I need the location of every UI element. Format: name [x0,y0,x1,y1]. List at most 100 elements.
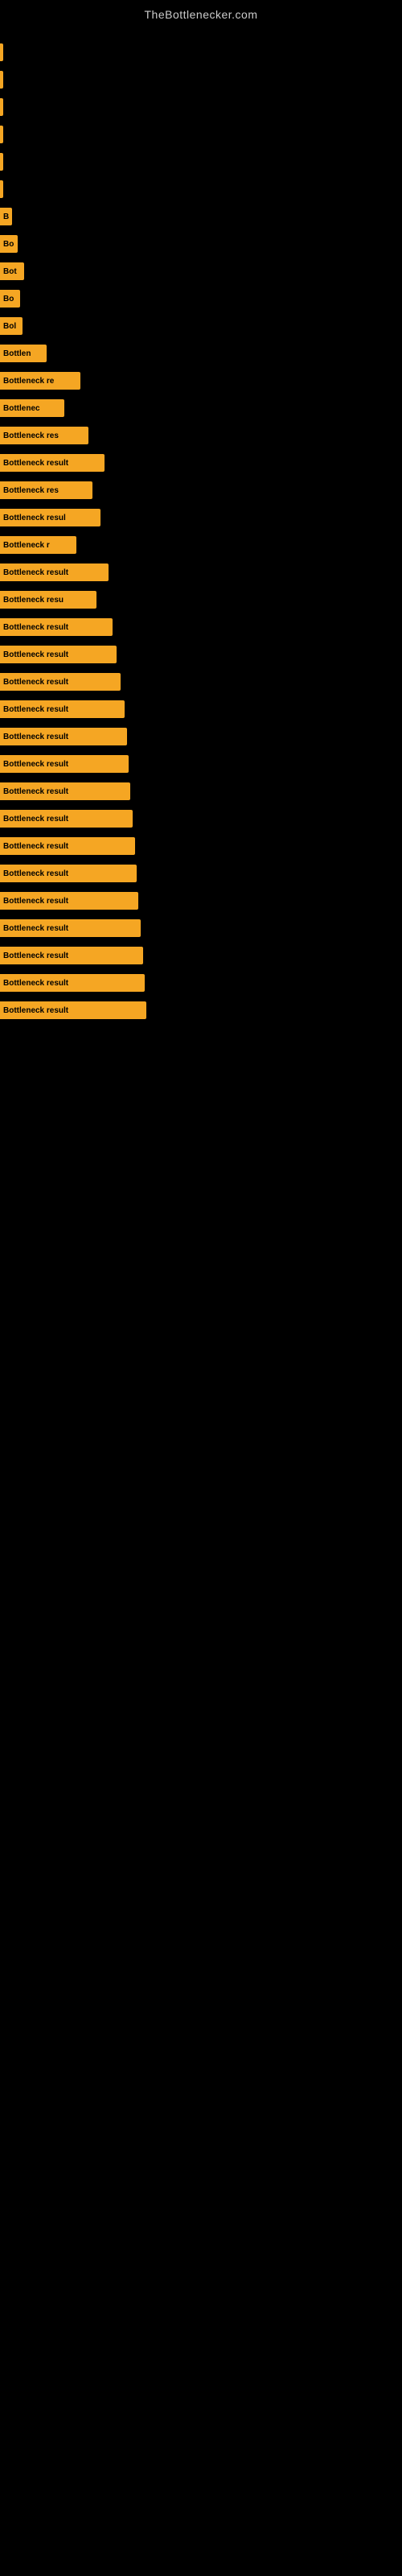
bar-row: Bottleneck res [0,479,402,502]
bar: Bottleneck res [0,427,88,444]
bar: Bottleneck result [0,1001,146,1019]
bar: Bottleneck re [0,372,80,390]
bar-label: Bottlenec [3,404,40,413]
bar-row: Bottleneck result [0,616,402,638]
bar-row: Bottleneck result [0,753,402,775]
bar-label: Bottlen [3,349,31,358]
bar-label: Bottleneck result [3,760,68,769]
bar-label: Bottleneck result [3,623,68,632]
bar-row: Bottleneck result [0,561,402,584]
bar [0,153,3,171]
bar: Bottleneck result [0,454,105,472]
bar: Bottleneck result [0,782,130,800]
bar-label: Bottleneck re [3,377,54,386]
bar: Bottleneck result [0,865,137,882]
bar-row [0,96,402,118]
bar: Bo [0,235,18,253]
bar-label: B [3,213,9,221]
site-title: TheBottlenecker.com [0,0,402,25]
bar: Bottleneck result [0,810,133,828]
bar-label: Bottleneck result [3,568,68,577]
bar: B [0,208,12,225]
bar-row [0,68,402,91]
bar-label: Bottleneck result [3,1006,68,1015]
bar: Bottleneck result [0,974,145,992]
bar-row: Bottleneck result [0,643,402,666]
bar: Bot [0,262,24,280]
bar: Bottleneck result [0,646,117,663]
bar-row: Bottleneck result [0,725,402,748]
bar-row [0,178,402,200]
bar-label: Bottleneck result [3,869,68,878]
bar-label: Bottleneck resu [3,596,64,605]
bar: Bottleneck resul [0,509,100,526]
bar-row: B [0,205,402,228]
bar-label: Bo [3,295,14,303]
bar-row [0,123,402,146]
bar-label: Bol [3,322,16,331]
bar-row: Bottleneck result [0,780,402,803]
bar-row: Bottleneck result [0,917,402,939]
bar: Bottleneck result [0,919,141,937]
bar: Bottleneck result [0,618,113,636]
bar: Bottleneck result [0,947,143,964]
bar-label: Bottleneck r [3,541,50,550]
bar-row: Bottleneck result [0,835,402,857]
bar-label: Bottleneck res [3,431,59,440]
bars-container: B Bo Bot Bo Bol Bottlen Bottleneck re Bottlenec… [0,25,402,1022]
bar-row: Bottleneck result [0,972,402,994]
bar-row: Bo [0,287,402,310]
bar-label: Bottleneck result [3,705,68,714]
bar: Bottleneck result [0,837,135,855]
bar-row: Bo [0,233,402,255]
bar-label: Bottleneck result [3,897,68,906]
bar [0,43,3,61]
bar-row: Bottleneck re [0,369,402,392]
bar-row [0,151,402,173]
bar-row: Bottleneck result [0,999,402,1022]
bar-row [0,41,402,64]
bar-label: Bottleneck result [3,924,68,933]
bar-label: Bottleneck result [3,733,68,741]
bar-row: Bottlenec [0,397,402,419]
bar-row: Bottleneck resu [0,588,402,611]
bar-row: Bottleneck result [0,452,402,474]
bar-row: Bottleneck result [0,862,402,885]
bar-label: Bottleneck result [3,650,68,659]
bar-label: Bottleneck result [3,842,68,851]
bar-row: Bottleneck result [0,944,402,967]
bar: Bottleneck result [0,755,129,773]
bar-row: Bol [0,315,402,337]
bar: Bo [0,290,20,308]
bar-row: Bottleneck r [0,534,402,556]
bar: Bottleneck result [0,892,138,910]
bar [0,71,3,89]
bar: Bottleneck result [0,673,121,691]
bar-row: Bottleneck res [0,424,402,447]
bar [0,180,3,198]
bar-label: Bottleneck result [3,678,68,687]
bar: Bottleneck result [0,700,125,718]
bar-row: Bottleneck result [0,698,402,720]
bar [0,126,3,143]
bar: Bottleneck result [0,564,109,581]
bar-row: Bot [0,260,402,283]
bar-label: Bottleneck result [3,952,68,960]
bar-label: Bottleneck result [3,459,68,468]
bar: Bottleneck result [0,728,127,745]
bar-row: Bottleneck result [0,807,402,830]
bar: Bottlenec [0,399,64,417]
bar [0,98,3,116]
bar: Bottleneck r [0,536,76,554]
bar-row: Bottlen [0,342,402,365]
bar: Bottleneck res [0,481,92,499]
bar: Bottleneck resu [0,591,96,609]
bar-label: Bottleneck resul [3,514,66,522]
bar-row: Bottleneck resul [0,506,402,529]
bar-label: Bot [3,267,17,276]
bar-label: Bottleneck res [3,486,59,495]
bar: Bottlen [0,345,47,362]
bar-row: Bottleneck result [0,671,402,693]
bar-label: Bo [3,240,14,249]
bar-label: Bottleneck result [3,787,68,796]
